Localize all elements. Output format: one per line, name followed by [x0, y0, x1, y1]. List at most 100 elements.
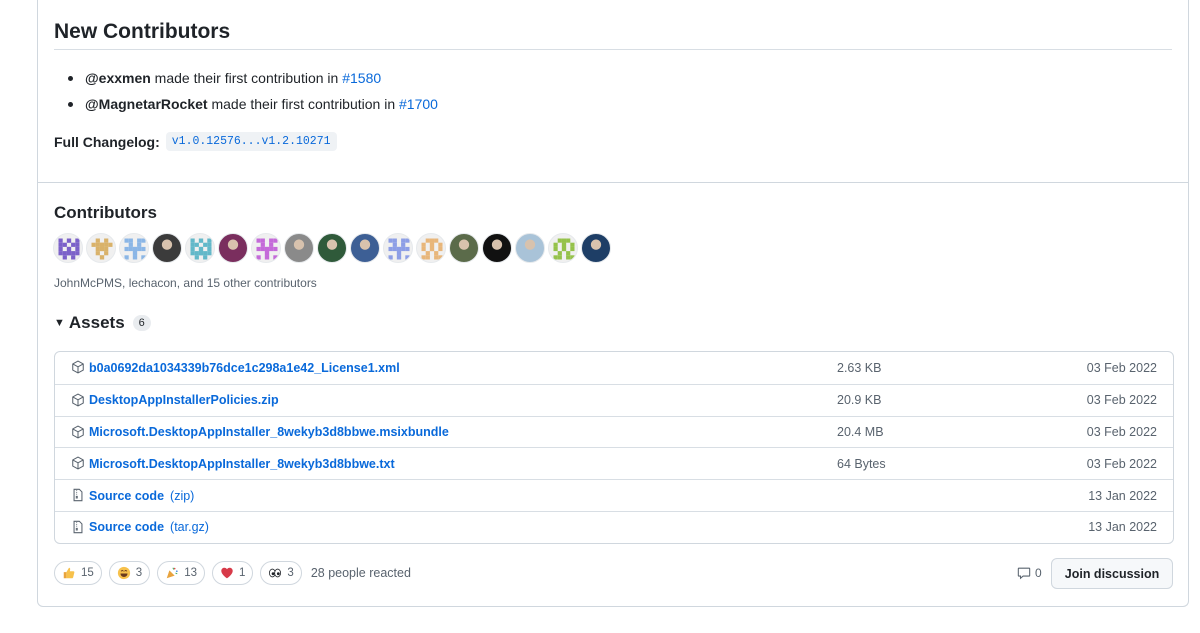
thumbs-up-icon [63, 567, 75, 579]
asset-size: 2.63 KB [837, 360, 882, 375]
asset-date: 03 Feb 2022 [1086, 456, 1157, 471]
caret-down-icon: ▼ [54, 317, 65, 329]
reaction-count: 1 [239, 567, 246, 579]
assets-heading: Assets [68, 313, 125, 332]
avatar[interactable] [350, 233, 380, 263]
asset-row: Microsoft.DesktopAppInstaller_8wekyb3d8b… [55, 447, 1173, 479]
section-divider [38, 182, 1188, 183]
package-icon [72, 393, 84, 407]
heart-reaction-button[interactable]: 1 [212, 561, 254, 585]
pull-request-link[interactable]: #1580 [342, 70, 381, 86]
user-mention[interactable]: @exxmen [85, 70, 151, 86]
identicon-icon [58, 238, 80, 260]
asset-download-link[interactable]: Microsoft.DesktopAppInstaller_8wekyb3d8b… [89, 457, 395, 471]
avatar[interactable] [317, 233, 347, 263]
list-item: @MagnetarRocket made their first contrib… [54, 91, 438, 117]
identicon-icon [388, 238, 410, 260]
asset-name: DesktopAppInstallerPolicies.zip [89, 393, 279, 408]
bullet-icon [68, 101, 73, 107]
avatar[interactable] [119, 233, 149, 263]
comment-count-value: 0 [1035, 566, 1042, 580]
package-icon [72, 456, 84, 470]
asset-size: 64 Bytes [837, 456, 886, 471]
asset-name: Source code [89, 520, 165, 535]
hooray-reaction-button[interactable]: 13 [157, 561, 205, 585]
identicon-icon [124, 238, 146, 260]
contribution-text: made their first contribution in [207, 96, 399, 112]
avatar[interactable] [284, 233, 314, 263]
avatar[interactable] [53, 233, 83, 263]
reactions-summary: 28 people reacted [310, 566, 411, 580]
avatar[interactable] [251, 233, 281, 263]
avatar[interactable] [416, 233, 446, 263]
identicon-icon [91, 238, 113, 260]
eyes-reaction-button[interactable]: 3 [260, 561, 302, 585]
avatar[interactable] [581, 233, 611, 263]
new-contributors-list: @exxmen made their first contribution in… [54, 65, 438, 117]
package-icon [72, 425, 84, 439]
asset-format: (tar.gz) [170, 520, 209, 535]
eyes-icon [269, 568, 282, 578]
asset-size: 20.4 MB [837, 424, 884, 439]
identicon-icon [190, 238, 212, 260]
contributors-heading: Contributors [54, 203, 157, 222]
asset-date: 03 Feb 2022 [1086, 393, 1157, 408]
asset-row: b0a0692da1034339b76dce1c298a1e42_License… [55, 352, 1173, 384]
avatar[interactable] [86, 233, 116, 263]
avatar[interactable] [218, 233, 248, 263]
avatar[interactable] [152, 233, 182, 263]
asset-row: Microsoft.DesktopAppInstaller_8wekyb3d8b… [55, 415, 1173, 448]
package-icon [72, 360, 84, 374]
contribution-text: made their first contribution in [150, 70, 343, 86]
laugh-icon [117, 566, 130, 580]
asset-download-link[interactable]: DesktopAppInstallerPolicies.zip [89, 393, 279, 407]
asset-name: Microsoft.DesktopAppInstaller_8wekyb3d8b… [89, 424, 449, 439]
pull-request-link[interactable]: #1700 [399, 96, 438, 112]
reactions-bar: 15 3 13 1 3 28 people reacted [54, 561, 411, 585]
file-zip-icon [73, 520, 83, 534]
assets-toggle[interactable]: ▼ Assets 6 [54, 313, 151, 333]
new-contributors-heading: New Contributors [54, 20, 231, 43]
user-mention[interactable]: @MagnetarRocket [85, 96, 208, 112]
laugh-reaction-button[interactable]: 3 [108, 561, 151, 585]
asset-download-link[interactable]: Source code (tar.gz) [89, 520, 209, 534]
contributors-summary[interactable]: JohnMcPMS, lechacon, and 15 other contri… [54, 276, 317, 290]
asset-row: Source code (zip) 13 Jan 2022 [55, 479, 1173, 511]
asset-date: 13 Jan 2022 [1088, 488, 1157, 503]
avatar[interactable] [383, 233, 413, 263]
avatar[interactable] [482, 233, 512, 263]
file-zip-icon [73, 488, 83, 502]
hooray-icon [166, 567, 178, 579]
heading-divider [54, 49, 1172, 50]
contributor-avatars [53, 233, 614, 263]
asset-name: Microsoft.DesktopAppInstaller_8wekyb3d8b… [89, 456, 395, 471]
asset-row: Source code (tar.gz) 13 Jan 2022 [55, 510, 1173, 543]
avatar[interactable] [449, 233, 479, 263]
asset-download-link[interactable]: Source code (zip) [89, 489, 194, 503]
join-discussion-button[interactable]: Join discussion [1051, 558, 1173, 589]
reaction-count: 3 [135, 567, 143, 579]
asset-download-link[interactable]: Microsoft.DesktopAppInstaller_8wekyb3d8b… [89, 425, 449, 439]
asset-date: 03 Feb 2022 [1086, 360, 1157, 375]
identicon-icon [256, 238, 278, 260]
heart-icon [221, 567, 233, 579]
asset-row: DesktopAppInstallerPolicies.zip 20.9 KB 03… [55, 383, 1173, 416]
asset-name: b0a0692da1034339b76dce1c298a1e42_License… [89, 360, 400, 375]
asset-size: 20.9 KB [837, 393, 882, 408]
full-changelog: Full Changelog: v1.0.12576...v1.2.10271 [54, 132, 337, 151]
release-card: New Contributors @exxmen made their firs… [37, 0, 1189, 607]
avatar[interactable] [185, 233, 215, 263]
asset-format: (zip) [170, 488, 195, 503]
avatar[interactable] [515, 233, 545, 263]
thumbs-up-reaction-button[interactable]: 15 [54, 561, 102, 585]
comment-count[interactable]: 0 [1017, 566, 1042, 580]
asset-download-link[interactable]: b0a0692da1034339b76dce1c298a1e42_License… [89, 361, 400, 375]
list-item: @exxmen made their first contribution in… [54, 65, 438, 91]
avatar[interactable] [548, 233, 578, 263]
assets-count-badge: 6 [132, 315, 151, 331]
asset-name: Source code [89, 488, 165, 503]
assets-list: b0a0692da1034339b76dce1c298a1e42_License… [54, 351, 1174, 544]
reaction-count: 15 [81, 567, 94, 579]
changelog-compare-link[interactable]: v1.0.12576...v1.2.10271 [165, 132, 337, 151]
identicon-icon [553, 238, 575, 260]
